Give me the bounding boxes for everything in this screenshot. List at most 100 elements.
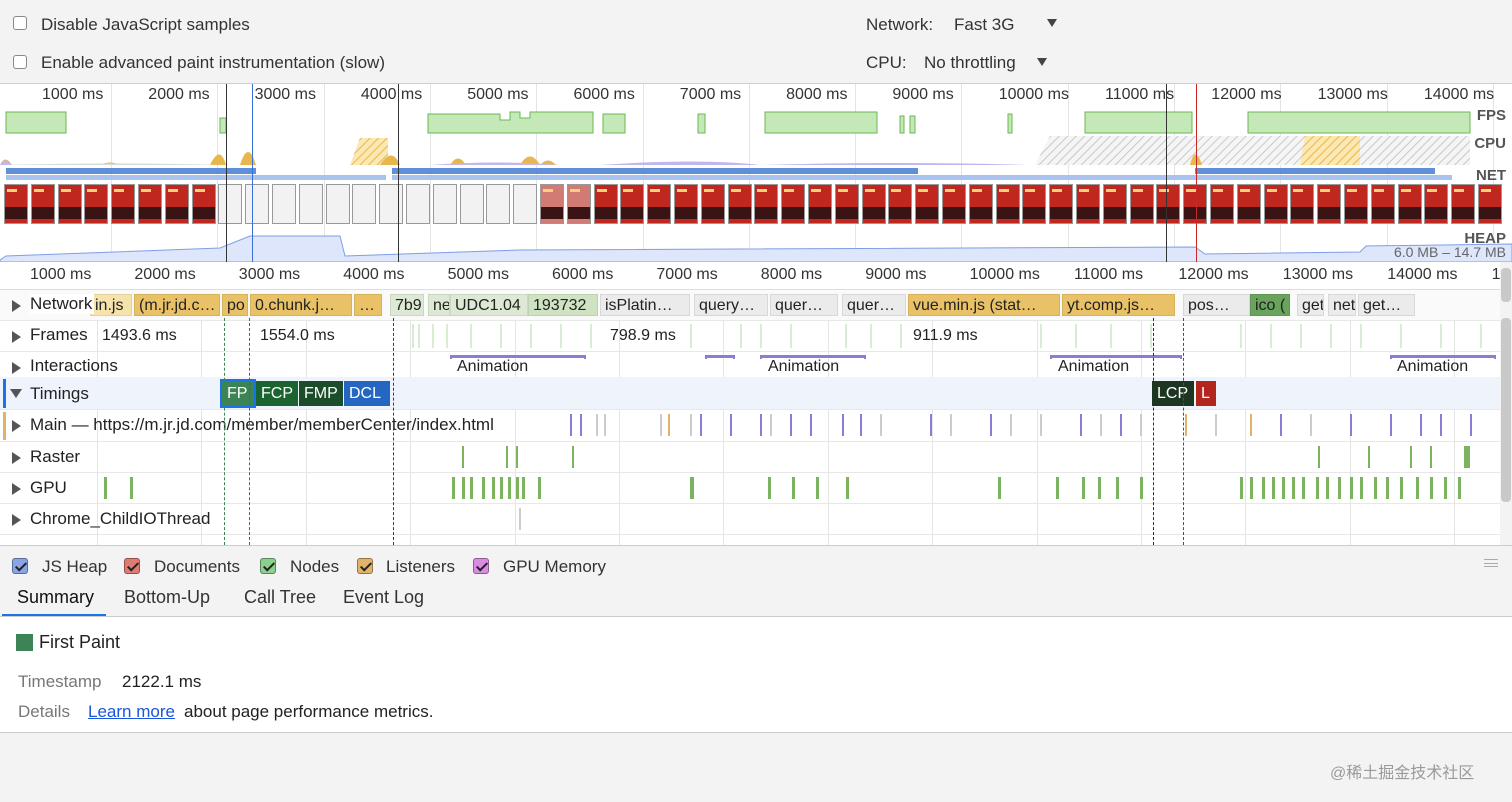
raster-event-bar[interactable] — [572, 446, 574, 468]
frame-bar[interactable] — [1360, 324, 1362, 348]
flame-chart-panel[interactable]: 1000 ms 2000 ms 3000 ms 4000 ms 5000 ms 6000 … — [0, 262, 1512, 545]
main-event-bar[interactable] — [1120, 414, 1122, 436]
main-event-bar[interactable] — [930, 414, 932, 436]
screenshot-thumbnail[interactable] — [995, 184, 1020, 224]
main-event-bar[interactable] — [604, 414, 606, 436]
screenshot-thumbnail[interactable] — [1156, 184, 1181, 224]
screenshot-thumbnail[interactable] — [218, 184, 243, 224]
load-marker[interactable]: L — [1196, 381, 1216, 406]
tab-bottom-up[interactable]: Bottom-Up — [124, 587, 210, 608]
screenshot-thumbnail[interactable] — [245, 184, 270, 224]
screenshot-thumbnail[interactable] — [727, 184, 752, 224]
cpu-dropdown-icon[interactable] — [1037, 58, 1047, 66]
network-request-bar[interactable]: quer… — [842, 294, 906, 316]
network-request-bar[interactable]: po — [222, 294, 248, 316]
network-request-bar[interactable]: net — [1328, 294, 1356, 316]
frame-bar[interactable] — [690, 324, 692, 348]
main-event-bar[interactable] — [770, 414, 772, 436]
screenshot-thumbnail[interactable] — [57, 184, 82, 224]
gpu-event-bar[interactable] — [500, 477, 503, 499]
screenshot-thumbnail[interactable] — [1370, 184, 1395, 224]
screenshot-thumbnail[interactable] — [406, 184, 430, 224]
screenshot-thumbnail[interactable] — [1076, 184, 1100, 224]
main-event-bar[interactable] — [790, 414, 792, 436]
frame-bar[interactable] — [418, 324, 420, 348]
screenshot-thumbnail[interactable] — [915, 184, 940, 224]
raster-event-bar[interactable] — [506, 446, 508, 468]
frame-bar[interactable] — [790, 324, 792, 348]
raster-event-bar[interactable] — [1430, 446, 1432, 468]
screenshot-thumbnail[interactable] — [1397, 184, 1422, 224]
gpu-event-bar[interactable] — [462, 477, 465, 499]
network-request-bar[interactable]: 7b9 — [390, 294, 424, 316]
expand-arrow-icon[interactable] — [12, 300, 21, 312]
frame-bar[interactable] — [1270, 324, 1272, 348]
scrollbar-thumb[interactable] — [1501, 318, 1511, 502]
network-request-bar[interactable]: ico ( — [1250, 294, 1290, 316]
frame-bar[interactable] — [900, 324, 902, 348]
screenshot-thumbnail[interactable] — [1451, 184, 1476, 224]
screenshot-thumbnail[interactable] — [888, 184, 913, 224]
screenshot-thumbnail[interactable] — [861, 184, 886, 224]
documents-checkbox[interactable] — [124, 558, 140, 574]
main-event-bar[interactable] — [690, 414, 692, 436]
main-event-bar[interactable] — [1310, 414, 1312, 436]
screenshot-thumbnail[interactable] — [1210, 184, 1234, 224]
child-io-track[interactable]: Chrome_ChildIOThread — [0, 504, 1500, 535]
flame-scrollbar[interactable] — [1500, 262, 1512, 545]
dcl-marker[interactable]: DCL — [344, 381, 390, 406]
frame-bar[interactable] — [1240, 324, 1242, 348]
expand-arrow-icon[interactable] — [12, 483, 21, 495]
frame-bar[interactable] — [1400, 324, 1402, 348]
raster-event-bar[interactable] — [1318, 446, 1320, 468]
frame-bar[interactable] — [590, 324, 592, 348]
main-event-bar[interactable] — [1080, 414, 1082, 436]
network-request-bar[interactable]: (m.jr.jd.c… — [134, 294, 220, 316]
screenshot-thumbnail[interactable] — [486, 184, 511, 224]
gpu-event-bar[interactable] — [1316, 477, 1319, 499]
gpu-event-bar[interactable] — [538, 477, 541, 499]
main-event-bar[interactable] — [1390, 414, 1392, 436]
frames-track[interactable]: Frames 1493.6 ms 1554.0 ms 798.9 ms 911.… — [0, 321, 1500, 352]
gpu-event-bar[interactable] — [452, 477, 455, 499]
screenshot-thumbnail[interactable] — [432, 184, 457, 224]
screenshot-thumbnail[interactable] — [379, 184, 404, 224]
lcp-marker[interactable]: LCP — [1152, 381, 1194, 406]
gpu-event-bar[interactable] — [1272, 477, 1275, 499]
gpu-event-bar[interactable] — [1240, 477, 1243, 499]
main-event-bar[interactable] — [990, 414, 992, 436]
gpu-event-bar[interactable] — [1416, 477, 1419, 499]
screenshot-thumbnail[interactable] — [834, 184, 859, 224]
screenshot-thumbnail[interactable] — [674, 184, 698, 224]
frame-bar[interactable] — [530, 324, 532, 348]
screenshot-thumbnail[interactable] — [84, 184, 109, 224]
fmp-marker[interactable]: FMP — [299, 381, 343, 406]
main-event-bar[interactable] — [1185, 414, 1187, 436]
main-event-bar[interactable] — [668, 414, 670, 436]
screenshot-thumbnail[interactable] — [620, 184, 645, 224]
tab-call-tree[interactable]: Call Tree — [244, 587, 316, 608]
main-event-bar[interactable] — [700, 414, 702, 436]
screenshot-thumbnail[interactable] — [1290, 184, 1315, 224]
gpu-event-bar[interactable] — [1326, 477, 1329, 499]
main-event-bar[interactable] — [810, 414, 812, 436]
tab-event-log[interactable]: Event Log — [343, 587, 424, 608]
screenshot-thumbnail[interactable] — [1236, 184, 1261, 224]
screenshot-thumbnail[interactable] — [164, 184, 189, 224]
gpu-event-bar[interactable] — [482, 477, 485, 499]
gpu-event-bar[interactable] — [1350, 477, 1353, 499]
screenshot-thumbnail[interactable] — [298, 184, 323, 224]
gpu-event-bar[interactable] — [516, 477, 519, 499]
main-event-bar[interactable] — [860, 414, 862, 436]
raster-event-bar[interactable] — [1368, 446, 1370, 468]
network-request-bar[interactable]: in.js — [90, 294, 132, 316]
gpu-event-bar[interactable] — [768, 477, 771, 499]
gpu-event-bar[interactable] — [104, 477, 107, 499]
frame-bar[interactable] — [1330, 324, 1332, 348]
screenshot-thumbnail[interactable] — [138, 184, 162, 224]
network-track[interactable]: in.js (m.jr.jd.c… po 0.chunk.j…… 7b9 ne UDC1.0… — [0, 290, 1500, 321]
timings-track[interactable]: Timings FP FCP FMP DCL LCP L — [0, 377, 1500, 410]
screenshot-thumbnail[interactable] — [700, 184, 725, 224]
screenshot-thumbnail[interactable] — [4, 184, 28, 224]
screenshot-thumbnail[interactable] — [1129, 184, 1154, 224]
